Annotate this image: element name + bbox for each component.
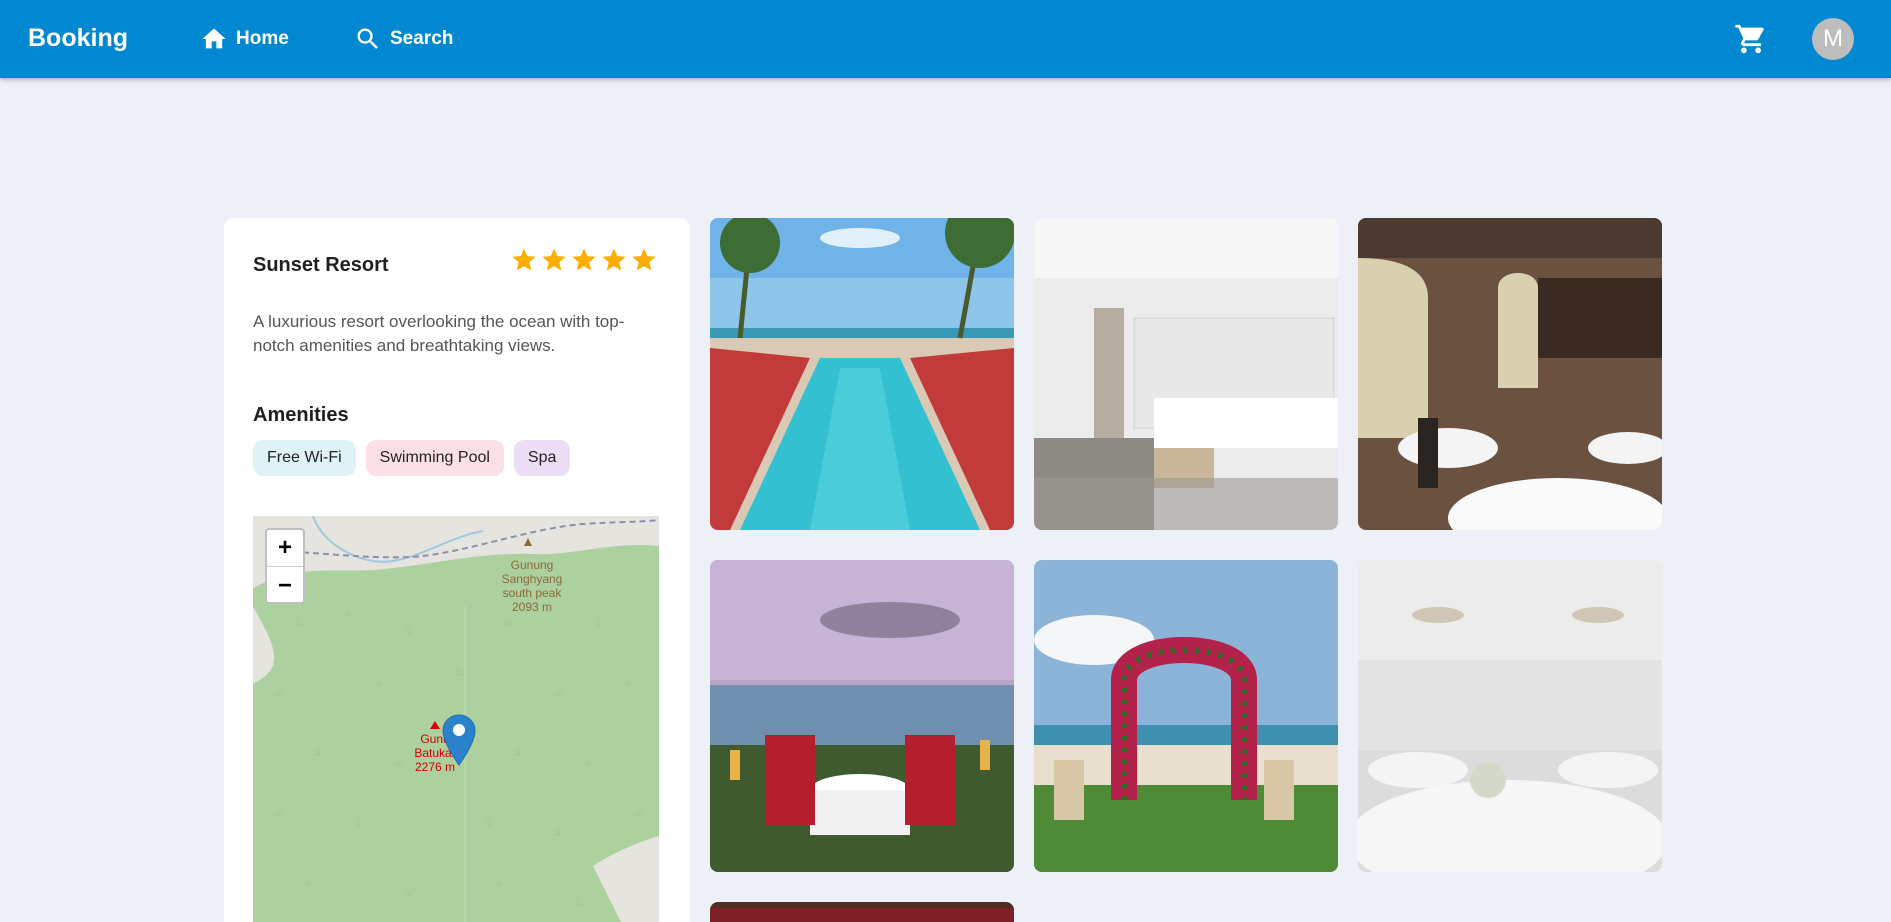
- location-map[interactable]: ♧♧♧♧♧ ♧♧♧♧♧ ♧♧♧♧ ♧♧♧♧♧ ♧♧♧♧ ♧♧♧ + − Gunu…: [253, 516, 659, 922]
- garden-image: [710, 902, 1014, 922]
- cart-button[interactable]: [1734, 22, 1768, 56]
- map-zoom-in-button[interactable]: +: [267, 530, 303, 567]
- nav-search-button[interactable]: Search: [354, 24, 453, 54]
- star-icon: [632, 248, 656, 271]
- gallery-photo-beach-dinner[interactable]: [710, 560, 1014, 872]
- svg-text:♧: ♧: [553, 825, 564, 839]
- svg-text:♧: ♧: [303, 875, 314, 889]
- svg-text:♧: ♧: [273, 805, 284, 819]
- svg-text:♧: ♧: [353, 815, 364, 829]
- amenities-list: Free Wi-Fi Swimming Pool Spa: [253, 440, 571, 476]
- star-icon: [542, 248, 566, 271]
- svg-text:♧: ♧: [403, 885, 414, 899]
- svg-text:♧: ♧: [293, 615, 304, 629]
- svg-text:♧: ♧: [373, 675, 384, 689]
- svg-text:♧: ♧: [573, 895, 584, 909]
- gallery-photo-wedding-arch[interactable]: [1034, 560, 1338, 872]
- amenity-chip-spa: Spa: [513, 440, 571, 476]
- hotel-info-card: Sunset Resort A luxurious resort overloo…: [224, 218, 690, 922]
- svg-text:♧: ♧: [593, 615, 604, 629]
- amenity-chip-pool: Swimming Pool: [365, 440, 504, 476]
- svg-text:♧: ♧: [553, 685, 564, 699]
- svg-text:♧: ♧: [503, 615, 514, 629]
- nav-home-button[interactable]: Home: [200, 24, 289, 54]
- home-icon: [202, 28, 226, 49]
- svg-text:♧: ♧: [313, 745, 324, 759]
- svg-text:♧: ♧: [633, 805, 644, 819]
- svg-text:♧: ♧: [393, 755, 404, 769]
- amenities-heading: Amenities: [253, 404, 349, 426]
- ballroom-image: [1358, 560, 1662, 872]
- svg-text:♧: ♧: [483, 815, 494, 829]
- svg-text:♧: ♧: [453, 665, 464, 679]
- hotel-name: Sunset Resort: [253, 254, 389, 276]
- nav-home-label: Home: [236, 28, 289, 49]
- user-avatar[interactable]: M: [1812, 18, 1854, 60]
- map-marker-icon[interactable]: [442, 714, 476, 766]
- map-zoom-control: + −: [265, 528, 305, 604]
- star-icon: [572, 248, 596, 271]
- svg-text:♧: ♧: [493, 875, 504, 889]
- restaurant-image: [1358, 218, 1662, 530]
- svg-text:♧: ♧: [623, 675, 634, 689]
- svg-text:♧: ♧: [273, 685, 284, 699]
- brand-logo[interactable]: Booking: [28, 24, 128, 53]
- gallery-photo-bedroom[interactable]: [1034, 218, 1338, 530]
- star-icon: [512, 248, 536, 271]
- star-icon: [602, 248, 626, 271]
- gallery-photo-ballroom[interactable]: [1358, 560, 1662, 872]
- hotel-description: A luxurious resort overlooking the ocean…: [253, 312, 625, 355]
- amenity-chip-wifi: Free Wi-Fi: [253, 440, 356, 476]
- nav-search-label: Search: [390, 28, 454, 49]
- svg-text:♧: ♧: [343, 605, 354, 619]
- wedding-arch-image: [1034, 560, 1338, 872]
- svg-text:♧: ♧: [583, 755, 594, 769]
- search-icon: [357, 28, 378, 49]
- bedroom-image: [1034, 218, 1338, 530]
- map-label-sanghyang: Gunung Sanghyang south peak 2093 m: [501, 558, 563, 614]
- map-zoom-out-button[interactable]: −: [267, 567, 303, 604]
- pool-image: [710, 218, 1014, 530]
- app-bar: Booking Home Search M: [0, 0, 1891, 78]
- cart-icon: [1735, 24, 1764, 54]
- beach-dinner-image: [710, 560, 1014, 872]
- gallery-photo-restaurant[interactable]: [1358, 218, 1662, 530]
- svg-text:♧: ♧: [513, 745, 524, 759]
- star-rating: [510, 246, 658, 274]
- gallery-photo-garden[interactable]: [710, 902, 1014, 922]
- gallery-photo-pool[interactable]: [710, 218, 1014, 530]
- svg-text:♧: ♧: [403, 625, 414, 639]
